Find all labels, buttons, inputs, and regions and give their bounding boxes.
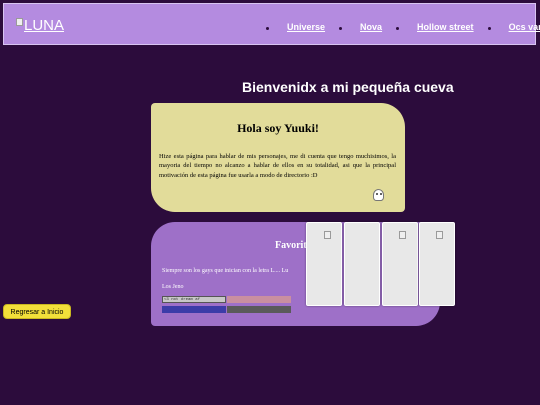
nav-menu: Universe Nova Hollow street Ocs variados [266, 22, 540, 32]
top-navigation-bar: LUNA Universe Nova Hollow street Ocs var… [3, 3, 540, 45]
logo-text: LUNA [24, 17, 65, 34]
favorites-text-2: Los Jeno [162, 284, 184, 290]
broken-image-icon [16, 18, 23, 26]
pixel-creature-icon [373, 189, 384, 201]
gallery-tile[interactable] [344, 222, 380, 306]
gallery-tile[interactable] [306, 222, 342, 306]
favorites-title: Favorit [275, 240, 307, 251]
bullet-icon [487, 27, 491, 30]
intro-text: Hize esta página para hablar de mis pers… [159, 153, 396, 179]
gallery-tile[interactable] [419, 222, 455, 306]
nav-link-nova[interactable]: Nova [360, 22, 382, 32]
logo-link[interactable]: LUNA [16, 17, 64, 34]
nav-link-hollow-street[interactable]: Hollow street [417, 22, 474, 32]
bullet-icon [339, 27, 343, 30]
nav-link-universe[interactable]: Universe [287, 22, 325, 32]
back-to-home-button[interactable]: Regresar a Inicio [3, 304, 71, 319]
nav-link-ocs-variados[interactable]: Ocs variados [509, 22, 540, 32]
page-heading: Bienvenidx a mi pequeña cueva [242, 79, 454, 95]
stamp-badge [227, 296, 291, 303]
gallery-tile[interactable] [382, 222, 418, 306]
bullet-icon [266, 27, 269, 30]
broken-image-icon [436, 231, 443, 239]
bullet-icon [396, 27, 400, 30]
broken-image-icon [399, 231, 406, 239]
broken-image-icon [324, 231, 331, 239]
intro-title: Hola soy Yuuki! [237, 121, 319, 135]
stamp-badge [227, 306, 291, 313]
favorites-text: Siempre son los gays que inician con la … [162, 268, 289, 274]
stamp-badge: <3 not dream af [162, 296, 226, 303]
stamp-badge [162, 306, 226, 313]
intro-card: Hola soy Yuuki! Hize esta página para ha… [151, 103, 405, 212]
